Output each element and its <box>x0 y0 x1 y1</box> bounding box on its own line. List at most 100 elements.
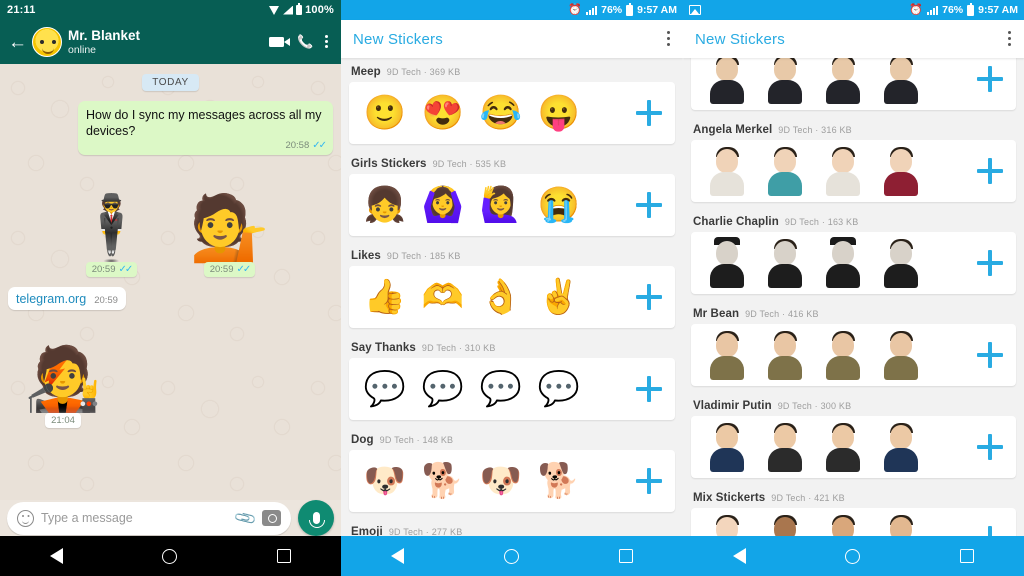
add-pack-button[interactable] <box>970 434 1010 460</box>
merkel-resting-sticker[interactable] <box>817 145 869 197</box>
chat-message-list[interactable]: TODAY How do I sync my messages across a… <box>0 64 341 500</box>
add-pack-button[interactable] <box>629 284 669 310</box>
add-pack-button[interactable] <box>629 376 669 402</box>
add-pack-button[interactable] <box>629 100 669 126</box>
nav-recents-icon[interactable] <box>277 549 292 563</box>
girl-waving-sticker[interactable]: 🙋‍♀️ <box>475 179 527 231</box>
mr-bean-portrait-sticker[interactable] <box>701 329 753 381</box>
outgoing-sticker-message[interactable]: 🕴 20:59 ✓✓ <box>57 165 167 277</box>
add-pack-button[interactable] <box>970 526 1010 536</box>
kim-jong-un-binoculars-sticker[interactable] <box>701 58 753 105</box>
voice-record-button[interactable] <box>298 500 334 536</box>
kim-jong-un-thinking-sticker[interactable] <box>875 58 927 105</box>
contact-info[interactable]: Mr. Blanket online <box>68 28 263 56</box>
man-suit-pointing-sticker[interactable]: 💁 <box>177 165 282 260</box>
nav-recents-icon[interactable] <box>619 549 633 563</box>
girl-surprised-sticker[interactable]: 🙆‍♀️ <box>417 179 469 231</box>
contact-avatar[interactable] <box>32 27 62 57</box>
merkel-teal-jacket-sticker[interactable] <box>759 145 811 197</box>
sticker-pack-row[interactable]: Vladimir Putin 9D Tech · 300 KB <box>691 396 1016 478</box>
message-input-placeholder[interactable]: Type a message <box>41 511 229 525</box>
merkel-white-jacket-sticker[interactable] <box>701 145 753 197</box>
ronaldo-sticker[interactable] <box>817 513 869 536</box>
thank-you-navy-sticker[interactable]: 💬 <box>417 363 469 415</box>
merkel-red-jacket-phone-sticker[interactable] <box>875 145 927 197</box>
kim-jong-un-talking-sticker[interactable] <box>759 58 811 105</box>
thumbs-up-sticker[interactable]: 👍 <box>359 271 411 323</box>
add-pack-button[interactable] <box>970 66 1010 92</box>
outgoing-text-message[interactable]: How do I sync my messages across all my … <box>78 101 333 155</box>
nav-home-icon[interactable] <box>504 548 519 564</box>
dog-angry-sticker[interactable]: 🐕 <box>417 455 469 507</box>
nav-home-icon[interactable] <box>845 548 861 564</box>
nav-back-icon[interactable] <box>391 548 404 564</box>
ok-hand-sticker[interactable]: 👌 <box>475 271 527 323</box>
more-vertical-icon[interactable] <box>1008 31 1012 47</box>
thank-you-yellow-sticker[interactable]: 💬 <box>533 363 585 415</box>
victory-hand-sticker[interactable]: ✌ <box>533 271 585 323</box>
sticker-pack-row[interactable]: Likes 9D Tech · 185 KB 👍 🫶 👌 ✌ <box>349 246 675 328</box>
camera-icon[interactable] <box>262 510 281 526</box>
chaplin-portrait-sticker[interactable] <box>875 237 927 289</box>
dog-heart-eyes-sticker[interactable]: 🐶 <box>359 455 411 507</box>
sticker-pack-row[interactable]: Meep 9D Tech · 369 KB 🙂 😍 😂 😛 <box>349 62 675 144</box>
nav-home-icon[interactable] <box>162 548 178 564</box>
mr-bean-standing-sticker[interactable] <box>817 329 869 381</box>
video-call-icon[interactable] <box>269 37 290 47</box>
dog-cheering-sticker[interactable]: 🐕 <box>533 455 585 507</box>
nav-back-icon[interactable] <box>49 548 63 564</box>
thank-you-cyan-sticker[interactable]: 💬 <box>475 363 527 415</box>
sticker-pack-row[interactable]: Mr Bean 9D Tech · 416 KB <box>691 304 1016 386</box>
incoming-link-message[interactable]: telegram.org 20:59 <box>8 287 126 310</box>
paperclip-icon[interactable]: 📎 <box>233 505 258 531</box>
sticker-pack-row-clipped[interactable] <box>691 58 1016 110</box>
more-vertical-icon[interactable] <box>325 35 329 49</box>
nav-recents-icon[interactable] <box>960 549 975 563</box>
man-suit-tie-laughing-sticker[interactable]: 🕴 <box>59 165 164 260</box>
mr-bean-red-nose-sticker[interactable] <box>759 329 811 381</box>
sticker-pack-row[interactable]: Mix Stickerts 9D Tech · 421 KB <box>691 488 1016 536</box>
putin-pointing-sticker[interactable] <box>701 421 753 473</box>
girl-crying-sticker[interactable]: 😭 <box>533 179 585 231</box>
chaplin-striped-sticker[interactable] <box>759 237 811 289</box>
sticker-pack-row[interactable]: Say Thanks 9D Tech · 310 KB 💬 💬 💬 💬 <box>349 338 675 420</box>
baby-sticker[interactable] <box>701 513 753 536</box>
simon-cowell-sticker[interactable] <box>875 513 927 536</box>
kim-jong-un-smiling-sticker[interactable] <box>817 58 869 105</box>
chaplin-sitting-sticker[interactable] <box>817 237 869 289</box>
outgoing-sticker-message[interactable]: 💁 20:59 ✓✓ <box>175 165 285 277</box>
heart-eyes-emoji[interactable]: 😍 <box>417 87 469 139</box>
add-pack-button[interactable] <box>970 250 1010 276</box>
laughing-tears-emoji[interactable]: 😂 <box>475 87 527 139</box>
add-pack-button[interactable] <box>629 192 669 218</box>
sticker-pack-row[interactable]: Angela Merkel 9D Tech · 316 KB <box>691 120 1016 202</box>
add-pack-button[interactable] <box>970 342 1010 368</box>
harry-styles-laughing-sticker[interactable]: 🧑‍🎤 <box>11 316 116 411</box>
sticker-pack-row[interactable]: Emoji 9D Tech · 277 KB 🙄 😍 😜 😭 <box>349 522 675 536</box>
message-input-container[interactable]: Type a message 📎 <box>7 501 291 535</box>
smiley-icon[interactable] <box>17 509 34 527</box>
thank-you-blue-sticker[interactable]: 💬 <box>359 363 411 415</box>
heart-hands-sticker[interactable]: 🫶 <box>417 271 469 323</box>
add-pack-button[interactable] <box>629 468 669 494</box>
dog-crying-sticker[interactable]: 🐶 <box>475 455 527 507</box>
sticker-pack-row[interactable]: Dog 9D Tech · 148 KB 🐶 🐕 🐶 🐕 <box>349 430 675 512</box>
mr-bean-hand-mouth-sticker[interactable] <box>875 329 927 381</box>
chaplin-bowler-hat-sticker[interactable] <box>701 237 753 289</box>
message-link[interactable]: telegram.org <box>16 292 86 306</box>
putin-microphone-sticker[interactable] <box>875 421 927 473</box>
putin-thumbs-up-sticker[interactable] <box>759 421 811 473</box>
girl-smiling-sticker[interactable]: 👧 <box>359 179 411 231</box>
back-arrow-icon[interactable]: ← <box>8 33 27 52</box>
more-vertical-icon[interactable] <box>667 31 671 47</box>
phone-call-icon[interactable] <box>298 36 311 49</box>
incoming-sticker-message[interactable]: 🧑‍🎤 21:04 <box>8 316 118 428</box>
nav-back-icon[interactable] <box>732 548 746 564</box>
tongue-out-emoji[interactable]: 😛 <box>533 87 585 139</box>
slight-smile-emoji[interactable]: 🙂 <box>359 87 411 139</box>
sticker-pack-list[interactable]: Meep 9D Tech · 369 KB 🙂 😍 😂 😛 Girls Stic… <box>341 58 683 536</box>
putin-headphones-gun-sticker[interactable] <box>817 421 869 473</box>
sticker-pack-row[interactable]: Girls Stickers 9D Tech · 535 KB 👧 🙆‍♀️ 🙋… <box>349 154 675 236</box>
add-pack-button[interactable] <box>970 158 1010 184</box>
sticker-pack-list[interactable]: Angela Merkel 9D Tech · 316 KB Charlie C… <box>683 58 1024 536</box>
